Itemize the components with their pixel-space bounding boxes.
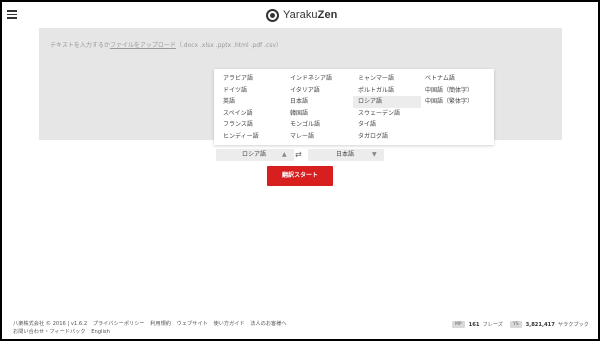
bookmarks-count: 3,821,417: [525, 321, 555, 328]
target-language-value: 日本語: [336, 151, 355, 158]
language-option[interactable]: マレー語: [285, 131, 353, 143]
phrases-label: フレーズ: [482, 322, 503, 328]
input-placeholder: テキストを入力するかファイルをアップロード（.docx .xlsx .pptx …: [50, 40, 282, 49]
top-bar: YarakuZen: [2, 2, 598, 28]
language-column: アラビア語 ドイツ語 英語 スペイン語 フランス語 ヒンディー語: [218, 73, 286, 142]
upload-file-link[interactable]: ファイルをアップロード: [110, 42, 176, 49]
footer-link[interactable]: 使い方ガイド: [213, 321, 244, 327]
language-option[interactable]: 中国語（簡体字）: [420, 85, 488, 97]
bookmarks-label: ヤラクブック: [557, 322, 589, 328]
language-column: ベトナム語 中国語（簡体字） 中国語（繁体字）: [420, 73, 488, 108]
swap-languages-icon[interactable]: ⇄: [295, 149, 302, 161]
language-option[interactable]: スウェーデン語: [353, 108, 421, 120]
language-option[interactable]: タガログ語: [353, 131, 421, 143]
footer-link[interactable]: 法人のお客様へ: [250, 321, 286, 327]
language-option[interactable]: 英語: [218, 96, 286, 108]
language-option[interactable]: インドネシア語: [285, 73, 353, 85]
language-option[interactable]: ポルトガル語: [353, 85, 421, 97]
footer-link[interactable]: ウェブサイト: [177, 321, 208, 327]
footer-links: 八楽株式会社 © 2016 | v1.6.2 プライバシーポリシー 利用規約 ウ…: [13, 320, 291, 327]
language-option[interactable]: アラビア語: [218, 73, 286, 85]
language-option[interactable]: ロシア語: [353, 96, 421, 108]
bookmarks-stat: YS 3,821,417 ヤラクブック: [510, 321, 589, 328]
footer: 八楽株式会社 © 2016 | v1.6.2 プライバシーポリシー 利用規約 ウ…: [2, 318, 598, 339]
language-option[interactable]: ミャンマー語: [353, 73, 421, 85]
footer-link[interactable]: 利用規約: [150, 321, 171, 327]
language-option[interactable]: ベトナム語: [420, 73, 488, 85]
language-option[interactable]: ドイツ語: [218, 85, 286, 97]
language-option[interactable]: 中国語（繁体字）: [420, 96, 488, 108]
language-column: ミャンマー語 ポルトガル語 ロシア語 スウェーデン語 タイ語 タガログ語: [353, 73, 421, 142]
english-link[interactable]: English: [91, 329, 110, 335]
language-option[interactable]: モンゴル語: [285, 119, 353, 131]
copyright-text: 八楽株式会社 © 2016 | v1.6.2: [13, 321, 88, 327]
app-window: YarakuZen テキストを入力するかファイルをアップロード（.docx .x…: [2, 2, 598, 339]
language-option[interactable]: スペイン語: [218, 108, 286, 120]
start-translation-button[interactable]: 翻訳スタート: [267, 166, 333, 186]
hamburger-menu-icon[interactable]: [7, 10, 17, 19]
hint-suffix: （.docx .xlsx .pptx .html .pdf .csv）: [175, 42, 282, 49]
bookmarks-badge: YS: [510, 321, 522, 328]
language-option[interactable]: 韓国語: [285, 108, 353, 120]
brand[interactable]: YarakuZen: [266, 7, 338, 23]
contact-feedback-link[interactable]: お問い合わせ・フィードバック: [13, 329, 86, 335]
phrases-count: 161: [468, 321, 480, 328]
yarakuzen-logo-icon: [266, 8, 279, 22]
language-dropdown: アラビア語 ドイツ語 英語 スペイン語 フランス語 ヒンディー語 インドネシア語 イタリア語…: [214, 69, 494, 145]
caret-up-icon: ▲: [282, 151, 287, 158]
language-option[interactable]: タイ語: [353, 119, 421, 131]
source-language-select[interactable]: ロシア語 ▲: [216, 149, 294, 161]
language-option[interactable]: 日本語: [285, 96, 353, 108]
phrases-stat: MP 161 フレーズ: [452, 321, 503, 328]
footer-link[interactable]: プライバシーポリシー: [93, 321, 145, 327]
language-option[interactable]: イタリア語: [285, 85, 353, 97]
footer-links-secondary: お問い合わせ・フィードバック English: [13, 328, 114, 335]
hint-prefix: テキストを入力するか: [50, 42, 110, 49]
language-option[interactable]: ヒンディー語: [218, 131, 286, 143]
language-column: インドネシア語 イタリア語 日本語 韓国語 モンゴル語 マレー語: [285, 73, 353, 142]
source-language-value: ロシア語: [242, 151, 267, 158]
phrases-badge: MP: [452, 321, 465, 328]
language-option[interactable]: フランス語: [218, 119, 286, 131]
caret-down-icon: ▼: [372, 151, 377, 158]
brand-name: YarakuZen: [283, 9, 338, 21]
target-language-select[interactable]: 日本語 ▼: [308, 149, 384, 161]
